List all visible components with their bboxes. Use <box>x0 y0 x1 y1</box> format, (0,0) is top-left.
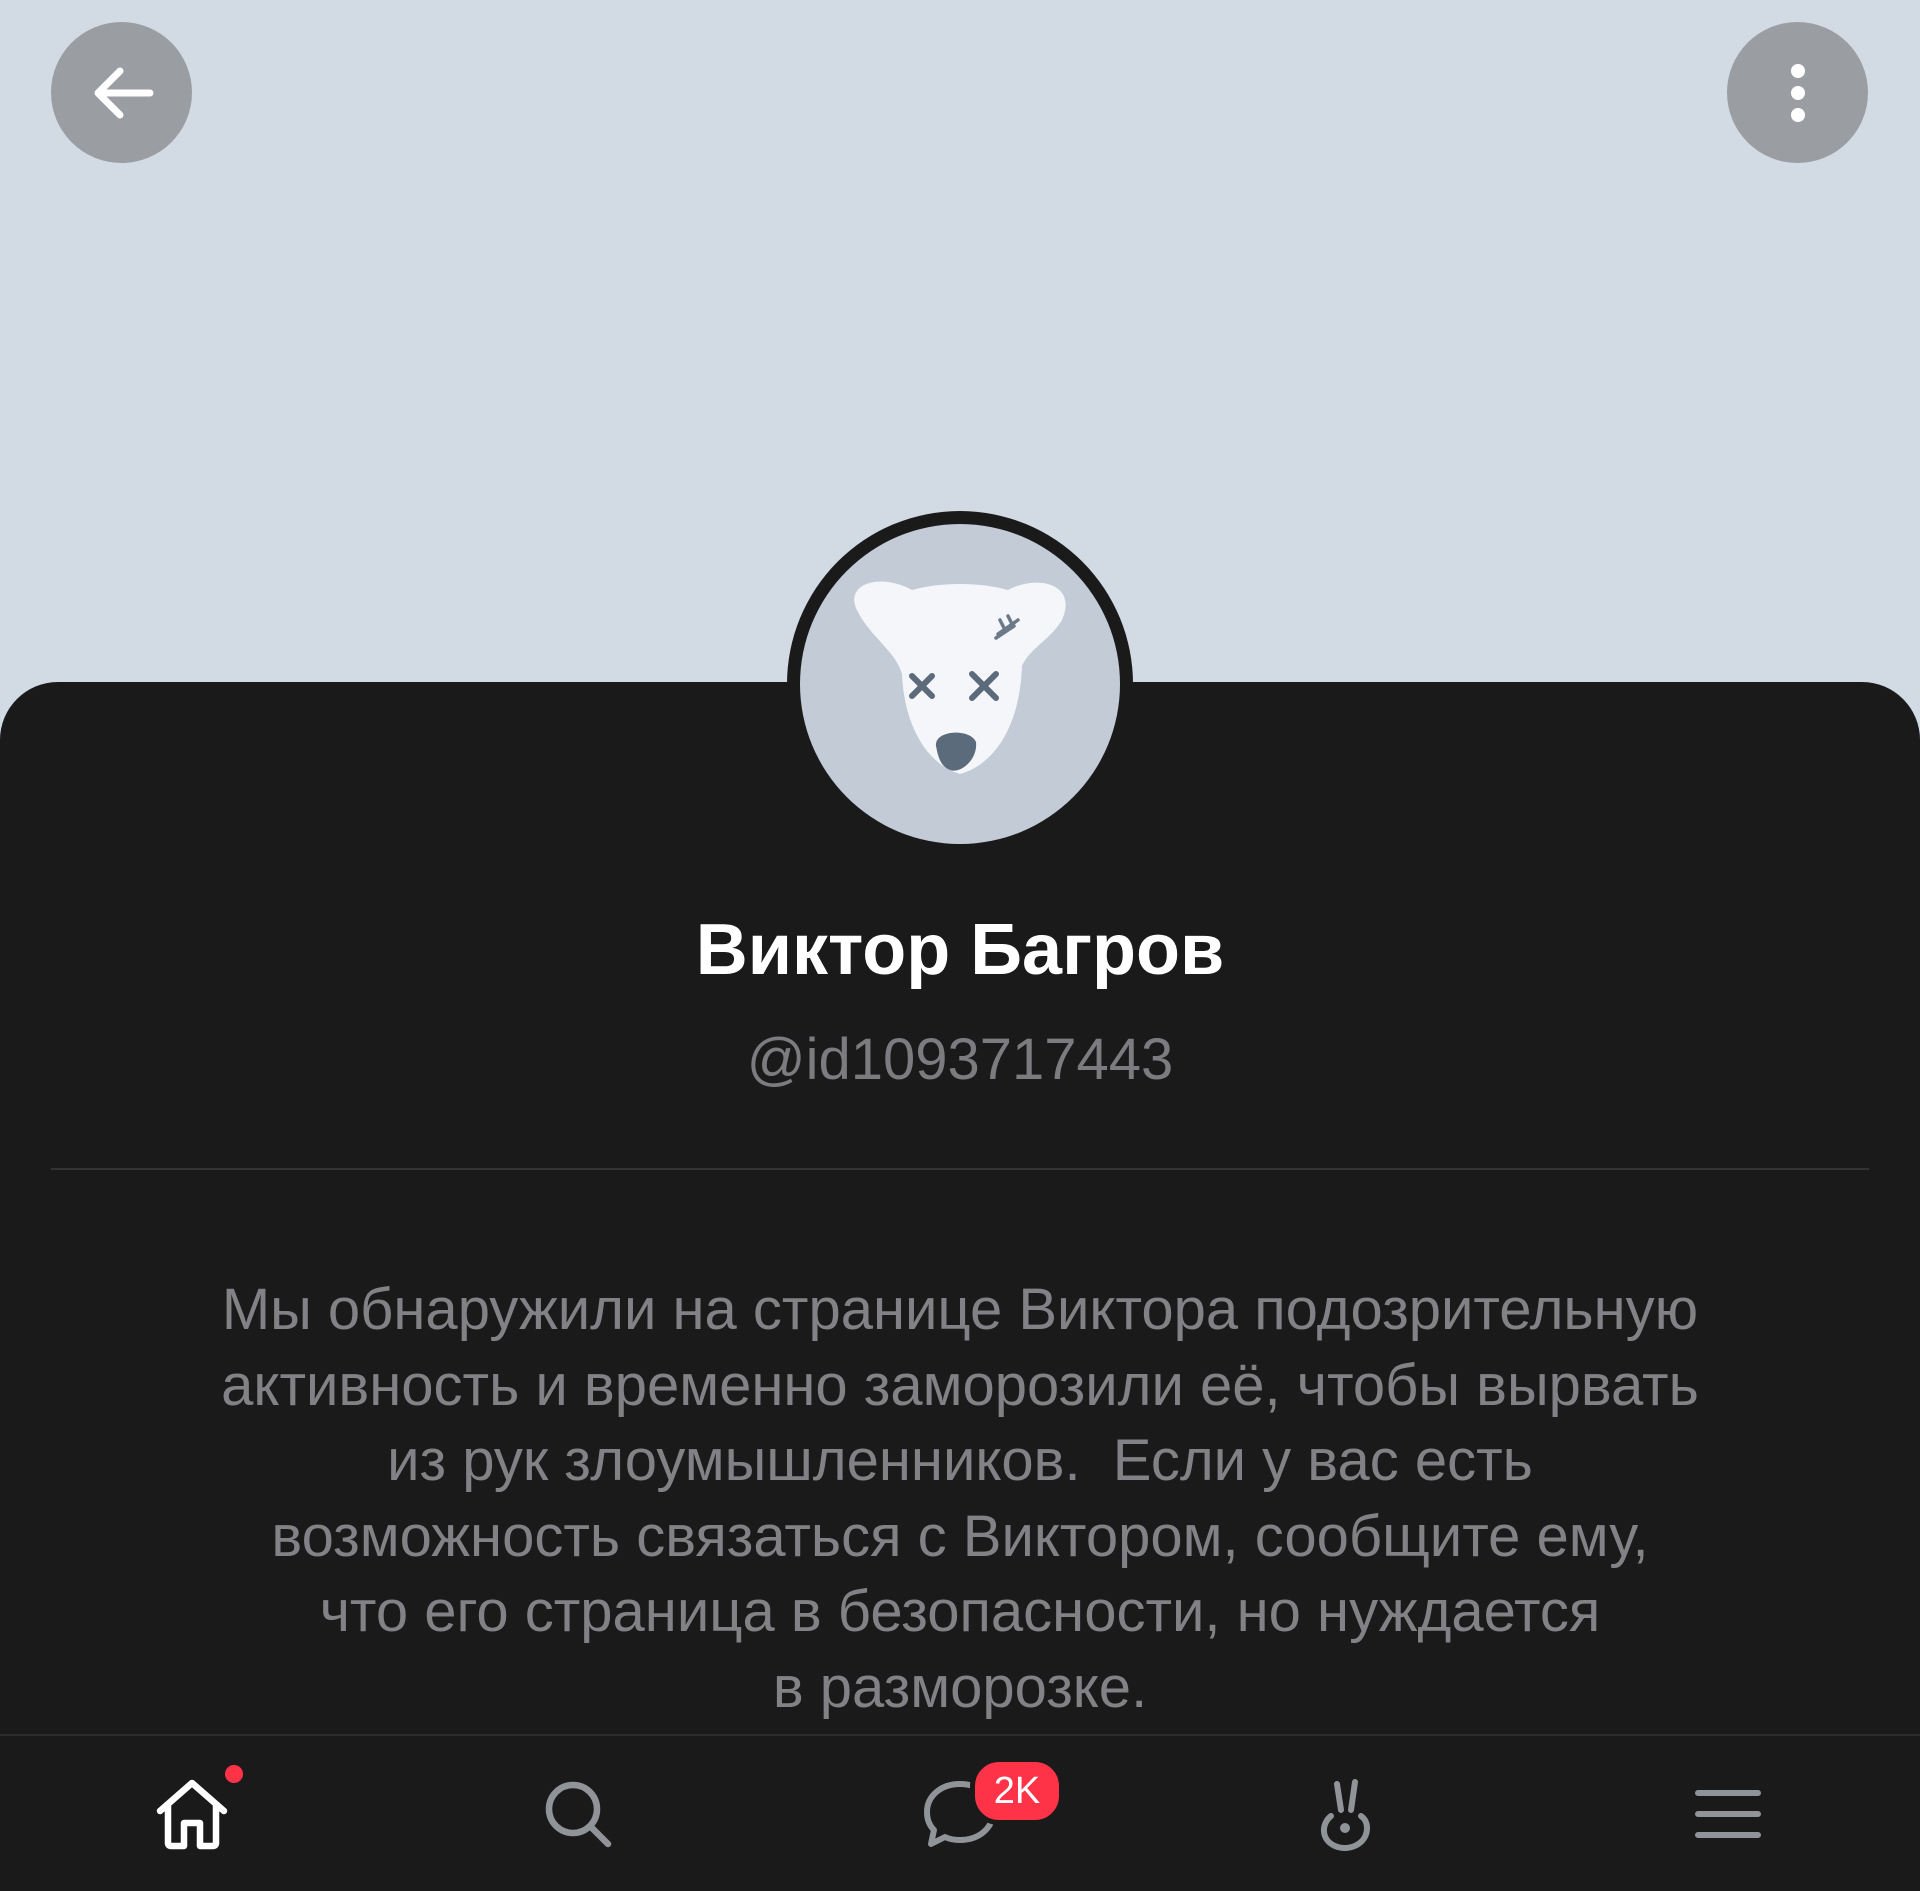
messages-badge: 2K <box>970 1757 1064 1825</box>
tab-home[interactable] <box>112 1736 272 1891</box>
avatar[interactable] <box>800 524 1120 844</box>
more-button[interactable] <box>1727 22 1868 163</box>
profile-handle: @id1093717443 <box>746 1027 1174 1092</box>
frozen-notice: Мы обнаружили на странице Виктора подозр… <box>80 1272 1840 1725</box>
clips-icon <box>1321 1778 1371 1851</box>
profile-page: Виктор Багров @id1093717443 Мы обнаружил… <box>0 0 1920 1891</box>
home-notification-dot <box>225 1765 243 1783</box>
notice-line: Мы обнаружили на странице Виктора подозр… <box>221 1277 1699 1342</box>
home-icon <box>156 1779 228 1849</box>
tab-clips[interactable] <box>1264 1736 1424 1891</box>
more-vertical-icon <box>1790 63 1805 122</box>
arrow-left-icon <box>94 67 153 118</box>
notice-line: что его страница в безопасности, но нужд… <box>319 1579 1601 1644</box>
notice-line: из рук злоумышленников. Если у вас есть <box>387 1428 1533 1493</box>
notice-line: возможность связаться с Виктором, сообщи… <box>271 1503 1649 1569</box>
bottom-tabbar: 2K <box>0 1734 1920 1891</box>
notice-line: в разморозке. <box>772 1654 1148 1720</box>
tab-search[interactable] <box>498 1736 658 1891</box>
tab-messages[interactable]: 2K <box>880 1736 1064 1891</box>
back-button[interactable] <box>51 22 192 163</box>
notice-line: активность и временно заморозили её, что… <box>221 1352 1699 1418</box>
menu-icon <box>1695 1789 1761 1838</box>
tab-menu[interactable] <box>1648 1736 1808 1891</box>
search-icon <box>545 1781 612 1847</box>
profile-name: Виктор Багров <box>695 910 1225 990</box>
deactivated-dog-avatar-icon <box>854 581 1066 774</box>
divider <box>51 1168 1869 1170</box>
